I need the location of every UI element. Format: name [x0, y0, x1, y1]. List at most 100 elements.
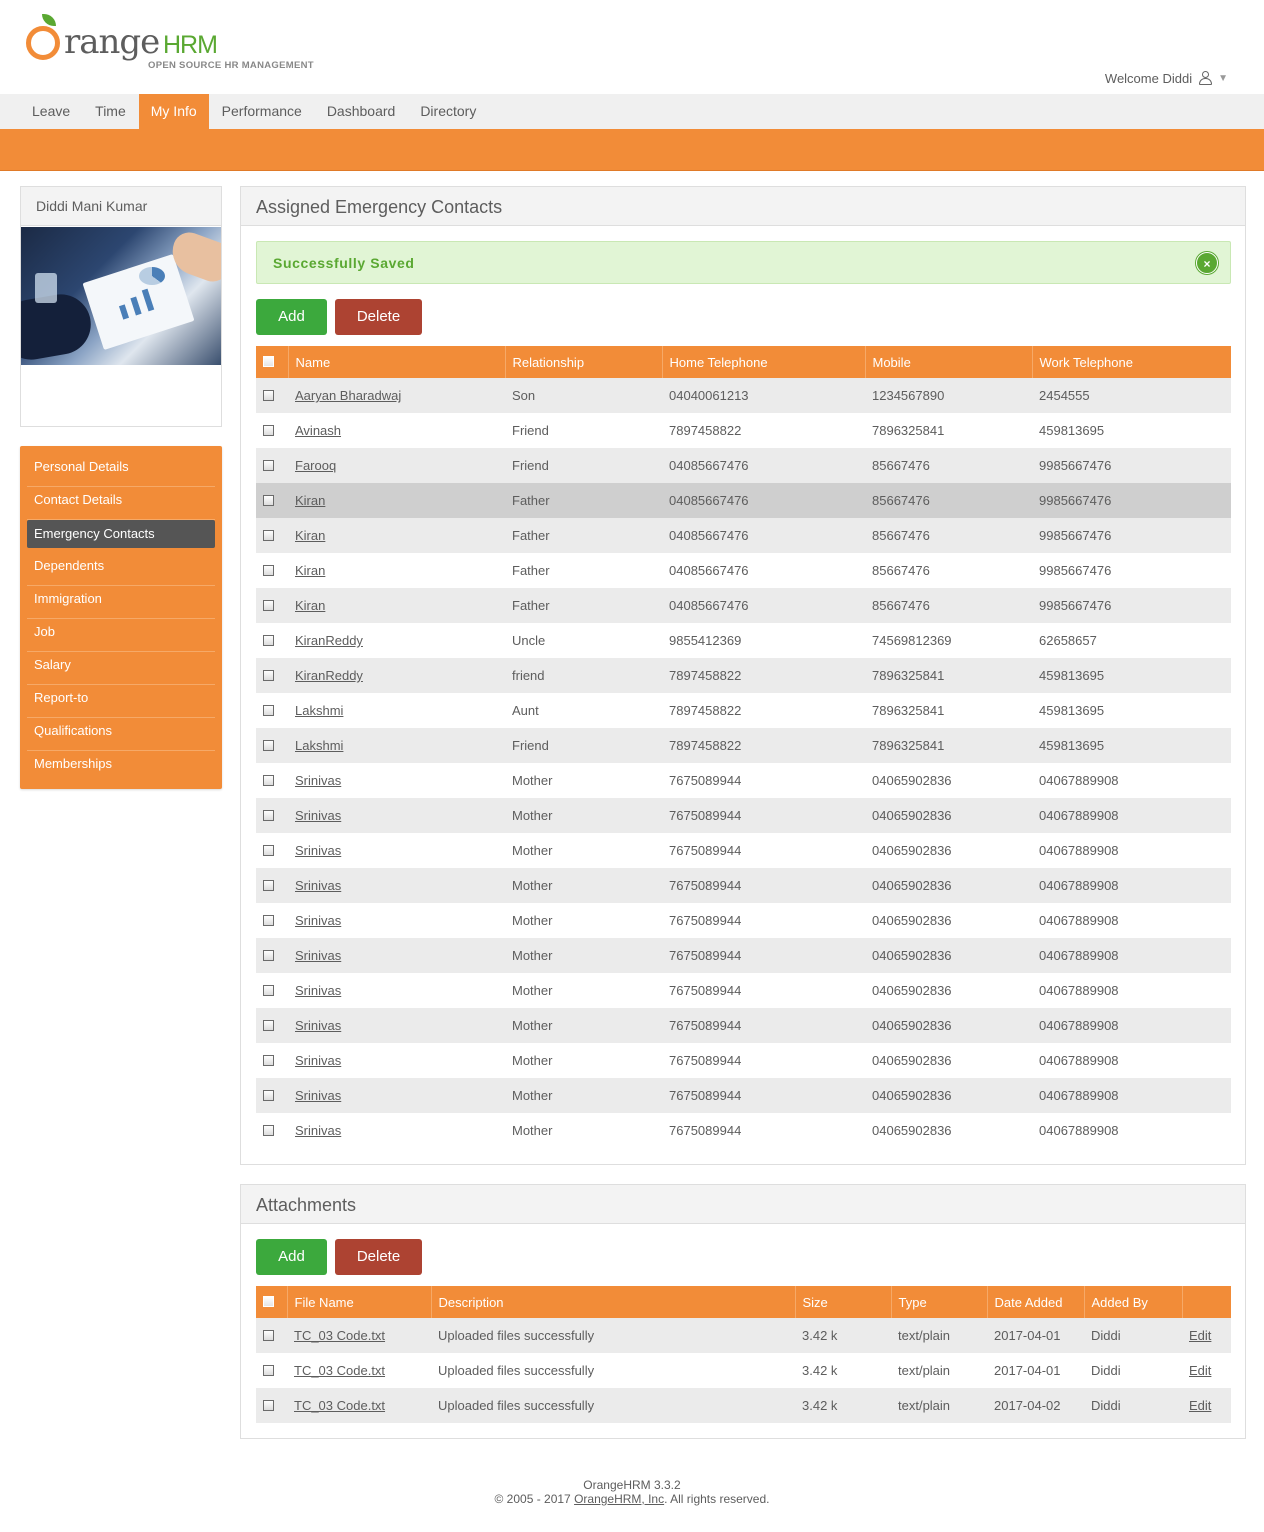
- table-row[interactable]: Srinivas Mother 7675089944 04065902836 04067…: [256, 1113, 1231, 1148]
- row-checkbox[interactable]: [263, 844, 274, 856]
- contact-name-link[interactable]: Kiran: [295, 528, 325, 543]
- row-checkbox[interactable]: [263, 1399, 274, 1411]
- row-checkbox[interactable]: [263, 1089, 274, 1101]
- table-row[interactable]: Srinivas Mother 7675089944 04065902836 04067…: [256, 1043, 1231, 1078]
- menu-leave[interactable]: Leave: [20, 94, 82, 129]
- contact-name-link[interactable]: Srinivas: [295, 1123, 341, 1138]
- table-row[interactable]: Kiran Father 04085667476 85667476 9985667476: [256, 588, 1231, 623]
- contact-name-link[interactable]: Srinivas: [295, 773, 341, 788]
- add-contact-button[interactable]: Add: [256, 299, 327, 335]
- contact-name-link[interactable]: Farooq: [295, 458, 336, 473]
- table-row[interactable]: Kiran Father 04085667476 85667476 9985667476: [256, 553, 1231, 588]
- menu-performance[interactable]: Performance: [210, 94, 314, 129]
- row-checkbox[interactable]: [263, 1329, 274, 1341]
- row-checkbox[interactable]: [263, 1124, 274, 1136]
- table-row[interactable]: Aaryan Bharadwaj Son 04040061213 1234567890…: [256, 378, 1231, 413]
- row-checkbox[interactable]: [263, 564, 274, 576]
- table-row[interactable]: TC_03 Code.txt Uploaded files successfull…: [256, 1318, 1231, 1353]
- delete-contact-button[interactable]: Delete: [335, 299, 422, 335]
- company-link[interactable]: OrangeHRM, Inc: [574, 1492, 664, 1506]
- column-header[interactable]: Added By: [1084, 1286, 1183, 1318]
- column-header[interactable]: Description: [431, 1286, 796, 1318]
- contact-name-link[interactable]: KiranReddy: [295, 633, 363, 648]
- contact-name-link[interactable]: Kiran: [295, 493, 325, 508]
- contact-name-link[interactable]: Srinivas: [295, 1088, 341, 1103]
- row-checkbox[interactable]: [263, 424, 274, 436]
- column-header[interactable]: Relationship: [505, 346, 663, 378]
- sidebar-item-immigration[interactable]: Immigration: [27, 586, 215, 619]
- row-checkbox[interactable]: [263, 739, 274, 751]
- row-checkbox[interactable]: [263, 914, 274, 926]
- close-icon[interactable]: ×: [1196, 252, 1218, 274]
- row-checkbox[interactable]: [263, 1364, 274, 1376]
- file-name-link[interactable]: TC_03 Code.txt: [294, 1363, 385, 1378]
- table-row[interactable]: TC_03 Code.txt Uploaded files successfull…: [256, 1353, 1231, 1388]
- contact-name-link[interactable]: Lakshmi: [295, 738, 343, 753]
- edit-link[interactable]: Edit: [1189, 1328, 1211, 1343]
- table-row[interactable]: Srinivas Mother 7675089944 04065902836 04067…: [256, 1078, 1231, 1113]
- contact-name-link[interactable]: Avinash: [295, 423, 341, 438]
- contact-name-link[interactable]: Srinivas: [295, 808, 341, 823]
- table-row[interactable]: Srinivas Mother 7675089944 04065902836 04067…: [256, 868, 1231, 903]
- sidebar-item-qualifications[interactable]: Qualifications: [27, 718, 215, 751]
- row-checkbox[interactable]: [263, 809, 274, 821]
- select-all-checkbox[interactable]: [263, 1296, 274, 1308]
- select-all-checkbox[interactable]: [263, 356, 274, 368]
- orangehrm-logo[interactable]: range HRM OPEN SOURCE HR MANAGEMENT: [24, 12, 314, 74]
- sidebar-item-salary[interactable]: Salary: [27, 652, 215, 685]
- table-row[interactable]: Srinivas Mother 7675089944 04065902836 04067…: [256, 973, 1231, 1008]
- contact-name-link[interactable]: KiranReddy: [295, 668, 363, 683]
- row-checkbox[interactable]: [263, 669, 274, 681]
- contact-name-link[interactable]: Kiran: [295, 598, 325, 613]
- table-row[interactable]: KiranReddy Uncle 9855412369 74569812369 6265…: [256, 623, 1231, 658]
- row-checkbox[interactable]: [263, 704, 274, 716]
- column-header[interactable]: Home Telephone: [662, 346, 866, 378]
- table-row[interactable]: Srinivas Mother 7675089944 04065902836 04067…: [256, 903, 1231, 938]
- column-header[interactable]: Mobile: [865, 346, 1033, 378]
- table-row[interactable]: Lakshmi Aunt 7897458822 7896325841 459813695: [256, 693, 1231, 728]
- table-row[interactable]: Srinivas Mother 7675089944 04065902836 04067…: [256, 763, 1231, 798]
- column-header[interactable]: Name: [288, 346, 506, 378]
- table-row[interactable]: Farooq Friend 04085667476 85667476 998566747…: [256, 448, 1231, 483]
- row-checkbox[interactable]: [263, 634, 274, 646]
- contact-name-link[interactable]: Aaryan Bharadwaj: [295, 388, 401, 403]
- edit-link[interactable]: Edit: [1189, 1398, 1211, 1413]
- contact-name-link[interactable]: Srinivas: [295, 878, 341, 893]
- row-checkbox[interactable]: [263, 494, 274, 506]
- edit-link[interactable]: Edit: [1189, 1363, 1211, 1378]
- table-row[interactable]: Kiran Father 04085667476 85667476 9985667476: [256, 518, 1231, 553]
- table-row[interactable]: Avinash Friend 7897458822 7896325841 4598136…: [256, 413, 1231, 448]
- file-name-link[interactable]: TC_03 Code.txt: [294, 1398, 385, 1413]
- table-row[interactable]: Lakshmi Friend 7897458822 7896325841 4598136…: [256, 728, 1231, 763]
- row-checkbox[interactable]: [263, 529, 274, 541]
- column-header[interactable]: Work Telephone: [1032, 346, 1231, 378]
- table-row[interactable]: Srinivas Mother 7675089944 04065902836 04067…: [256, 798, 1231, 833]
- row-checkbox[interactable]: [263, 1054, 274, 1066]
- add-attachment-button[interactable]: Add: [256, 1239, 327, 1275]
- menu-time[interactable]: Time: [83, 94, 138, 129]
- table-row[interactable]: Srinivas Mother 7675089944 04065902836 04067…: [256, 833, 1231, 868]
- table-row[interactable]: Kiran Father 04085667476 85667476 9985667476: [256, 483, 1231, 518]
- table-row[interactable]: KiranReddy friend 7897458822 7896325841 4598…: [256, 658, 1231, 693]
- welcome-text[interactable]: Welcome Diddi: [1105, 71, 1192, 86]
- sidebar-item-contact-details[interactable]: Contact Details: [27, 487, 215, 520]
- delete-attachment-button[interactable]: Delete: [335, 1239, 422, 1275]
- row-checkbox[interactable]: [263, 879, 274, 891]
- sidebar-item-personal-details[interactable]: Personal Details: [27, 454, 215, 487]
- row-checkbox[interactable]: [263, 949, 274, 961]
- contact-name-link[interactable]: Srinivas: [295, 983, 341, 998]
- column-header[interactable]: Date Added: [987, 1286, 1085, 1318]
- contact-name-link[interactable]: Srinivas: [295, 948, 341, 963]
- contact-name-link[interactable]: Srinivas: [295, 1018, 341, 1033]
- sidebar-item-emergency-contacts[interactable]: Emergency Contacts: [27, 520, 215, 548]
- row-checkbox[interactable]: [263, 389, 274, 401]
- menu-dashboard[interactable]: Dashboard: [315, 94, 408, 129]
- contact-name-link[interactable]: Srinivas: [295, 843, 341, 858]
- row-checkbox[interactable]: [263, 459, 274, 471]
- row-checkbox[interactable]: [263, 774, 274, 786]
- column-header[interactable]: Type: [891, 1286, 988, 1318]
- sidebar-item-job[interactable]: Job: [27, 619, 215, 652]
- sidebar-item-memberships[interactable]: Memberships: [27, 751, 215, 784]
- row-checkbox[interactable]: [263, 1019, 274, 1031]
- contact-name-link[interactable]: Kiran: [295, 563, 325, 578]
